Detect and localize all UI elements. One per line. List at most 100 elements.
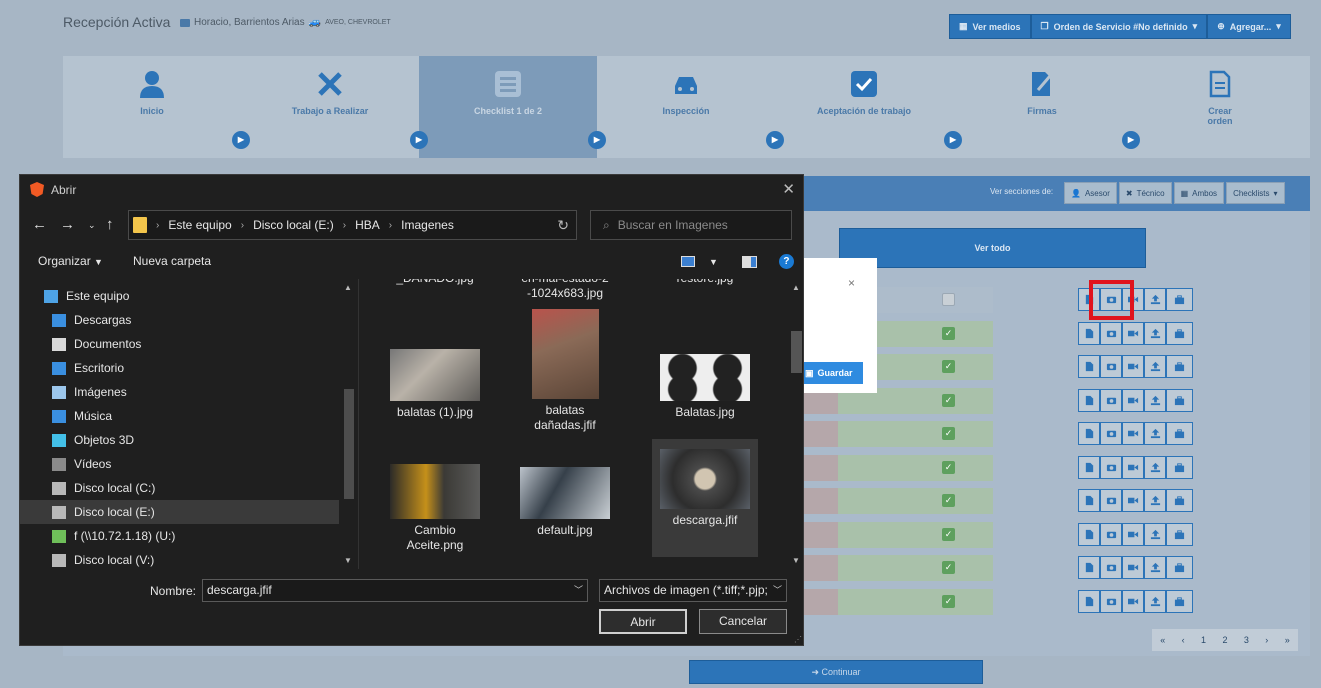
step-inspeccion[interactable]: Inspección ▶	[597, 56, 784, 158]
up-arrow-icon[interactable]: ↑	[106, 216, 114, 233]
chevron-right-icon[interactable]: ▶	[232, 131, 250, 149]
row-checkbox[interactable]: ✓	[942, 427, 955, 440]
page-link[interactable]: 2	[1222, 635, 1227, 645]
upload-button[interactable]	[1144, 388, 1166, 412]
scroll-up-icon[interactable]: ▲	[344, 283, 352, 292]
step-aceptacion[interactable]: Aceptación de trabajo ▶	[775, 56, 962, 158]
upload-button[interactable]	[1144, 589, 1166, 613]
file-button[interactable]	[1078, 455, 1100, 479]
nav-item[interactable]: f (\\10.72.1.18) (U:)	[20, 524, 339, 548]
page-link[interactable]: ‹	[1182, 635, 1185, 645]
filename-input[interactable]: descarga.jfif ﹀	[202, 579, 588, 602]
camera-button[interactable]	[1100, 455, 1122, 479]
file-item[interactable]: default.jpg	[512, 449, 618, 538]
agregar-button[interactable]: ⊕ Agregar... ▾	[1207, 14, 1291, 39]
address-bar[interactable]: › Este equipo › Disco local (E:) › HBA ›…	[128, 210, 577, 240]
nav-item[interactable]: Imágenes	[20, 380, 339, 404]
file-button[interactable]	[1078, 522, 1100, 546]
nav-scrollbar[interactable]: ▲ ▼	[340, 279, 358, 569]
filetype-select[interactable]: Archivos de imagen (*.tiff;*.pjp; ﹀	[599, 579, 787, 602]
nav-item[interactable]: Documentos	[20, 332, 339, 356]
guardar-button[interactable]: ▣ Guardar	[801, 362, 863, 384]
upload-button[interactable]	[1144, 489, 1166, 512]
file-item[interactable]: _DAÑADO.jpg	[382, 279, 488, 286]
camera-button[interactable]	[1100, 321, 1122, 345]
ver-todo-button[interactable]: Ver todo	[839, 228, 1146, 268]
ambos-button[interactable]: ▦ Ambos	[1173, 182, 1225, 204]
row-checkbox[interactable]	[942, 293, 955, 306]
video-button[interactable]	[1122, 556, 1144, 579]
scroll-down-icon[interactable]: ▼	[344, 556, 352, 565]
upload-button[interactable]	[1144, 556, 1166, 579]
video-button[interactable]	[1122, 455, 1144, 479]
camera-button[interactable]	[1100, 355, 1122, 378]
toolbox-button[interactable]	[1166, 388, 1193, 412]
breadcrumb-item[interactable]: Disco local (E:)	[253, 218, 334, 232]
cancel-button[interactable]: Cancelar	[699, 609, 787, 634]
forward-arrow-icon[interactable]: →	[60, 216, 75, 233]
scroll-thumb[interactable]	[344, 389, 354, 499]
upload-button[interactable]	[1144, 422, 1166, 445]
page-link[interactable]: »	[1285, 635, 1290, 645]
open-button[interactable]: Abrir	[599, 609, 687, 634]
upload-button[interactable]	[1144, 355, 1166, 378]
upload-button[interactable]	[1144, 321, 1166, 345]
file-button[interactable]	[1078, 589, 1100, 613]
row-checkbox[interactable]: ✓	[942, 561, 955, 574]
camera-button[interactable]	[1100, 589, 1122, 613]
step-checklist[interactable]: Checklist 1 de 2 ▶	[419, 56, 606, 158]
step-firmas[interactable]: Firmas ▶	[953, 56, 1140, 158]
scroll-down-icon[interactable]: ▼	[792, 556, 800, 565]
nav-item[interactable]: Vídeos	[20, 452, 339, 476]
chevron-right-icon[interactable]: ▶	[1122, 131, 1140, 149]
file-button[interactable]	[1078, 422, 1100, 445]
toolbox-button[interactable]	[1166, 589, 1193, 613]
nav-item[interactable]: Descargas	[20, 308, 339, 332]
ver-medios-button[interactable]: ▦ Ver medios	[949, 14, 1031, 39]
organize-menu[interactable]: Organizar ▼	[38, 254, 103, 268]
chevron-right-icon[interactable]: ▶	[588, 131, 606, 149]
video-button[interactable]	[1122, 522, 1144, 546]
file-button[interactable]	[1078, 388, 1100, 412]
file-button[interactable]	[1078, 556, 1100, 579]
breadcrumb-item[interactable]: HBA	[355, 218, 380, 232]
nav-item[interactable]: Disco local (V:)	[20, 548, 339, 569]
file-item[interactable]: Cambio Aceite.png	[382, 449, 488, 553]
caret-icon[interactable]: ▼	[709, 257, 718, 267]
file-button[interactable]	[1078, 321, 1100, 345]
camera-button[interactable]	[1100, 489, 1122, 512]
view-options-icon[interactable]	[681, 256, 695, 267]
nav-item[interactable]: Este equipo	[20, 284, 339, 308]
file-item[interactable]: balatas (1).jpg	[382, 309, 488, 420]
recent-dropdown-icon[interactable]: ⌄	[88, 220, 96, 231]
camera-button[interactable]	[1100, 388, 1122, 412]
row-checkbox[interactable]: ✓	[942, 360, 955, 373]
file-button[interactable]	[1078, 489, 1100, 512]
video-button[interactable]	[1122, 321, 1144, 345]
row-checkbox[interactable]: ✓	[942, 326, 955, 340]
file-item[interactable]: en-mal-estado-2 -1024x683.jpg	[512, 279, 618, 301]
row-checkbox[interactable]: ✓	[942, 527, 955, 541]
camera-button[interactable]	[1100, 556, 1122, 579]
asesor-button[interactable]: 👤 Asesor	[1064, 182, 1117, 204]
nav-item[interactable]: Música	[20, 404, 339, 428]
refresh-icon[interactable]: ↻	[557, 217, 569, 234]
step-crear-orden[interactable]: Crear orden	[1131, 56, 1309, 158]
resize-grip-icon[interactable]: ⋰	[794, 635, 802, 644]
row-checkbox[interactable]: ✓	[942, 594, 955, 608]
file-scrollbar[interactable]: ▲ ▼	[788, 279, 805, 569]
new-folder-button[interactable]: Nueva carpeta	[133, 254, 211, 268]
search-input[interactable]: ⌕ Buscar en Imagenes	[590, 210, 792, 240]
nav-item[interactable]: Disco local (C:)	[20, 476, 339, 500]
nav-item[interactable]: Escritorio	[20, 356, 339, 380]
toolbox-button[interactable]	[1166, 288, 1193, 311]
row-checkbox[interactable]: ✓	[942, 393, 955, 407]
toolbox-button[interactable]	[1166, 522, 1193, 546]
toolbox-button[interactable]	[1166, 321, 1193, 345]
upload-button[interactable]	[1144, 522, 1166, 546]
video-button[interactable]	[1122, 355, 1144, 378]
upload-button[interactable]	[1144, 288, 1166, 311]
chevron-down-icon[interactable]: ﹀	[769, 580, 782, 601]
chevron-right-icon[interactable]: ▶	[410, 131, 428, 149]
continuar-button[interactable]: ➜ Continuar	[689, 660, 983, 684]
